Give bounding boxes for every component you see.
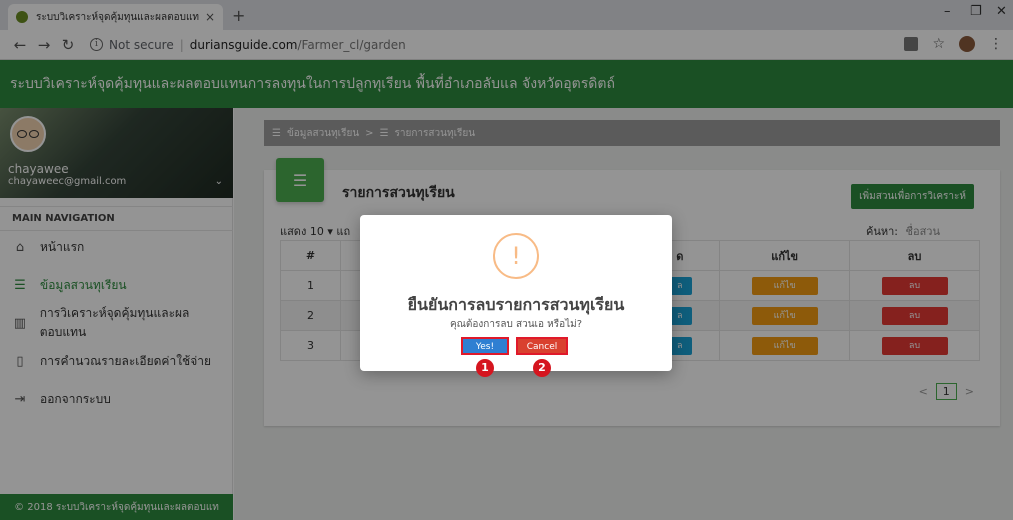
confirm-delete-dialog: ! ยืนยันการลบรายการสวนทุเรียน คุณต้องการ… bbox=[360, 215, 672, 377]
dialog-message: คุณต้องการลบ สวนเอ หรือไม่? bbox=[449, 319, 583, 330]
annotation-marker-2: 2 bbox=[533, 359, 551, 377]
annotation-marker-1: 1 bbox=[476, 359, 494, 377]
confirm-yes-button[interactable]: Yes! bbox=[461, 337, 509, 355]
cancel-button[interactable]: Cancel bbox=[516, 337, 568, 355]
warning-icon: ! bbox=[493, 233, 539, 279]
dialog-title: ยืนยันการลบรายการสวนทุเรียน bbox=[407, 295, 625, 314]
